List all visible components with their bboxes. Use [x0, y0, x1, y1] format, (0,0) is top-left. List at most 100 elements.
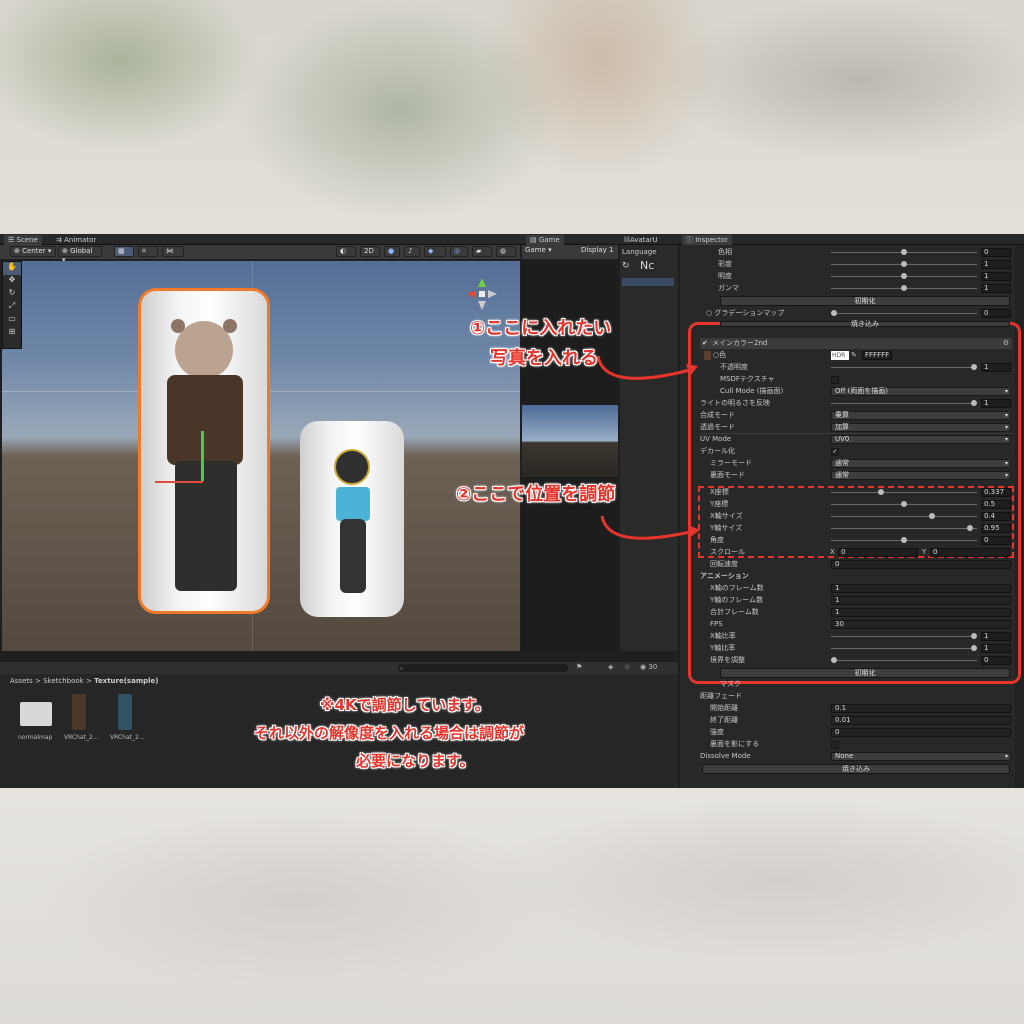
snap-increment-button[interactable]: ⌗: [138, 246, 158, 257]
selected-pillow-model[interactable]: [138, 288, 270, 614]
slider-track[interactable]: [831, 261, 977, 267]
slider-track[interactable]: [831, 489, 977, 495]
transform-tool-icon[interactable]: ⊞: [3, 327, 21, 340]
lighting-icon[interactable]: ●: [384, 246, 400, 257]
bake-button[interactable]: 焼き込み: [720, 321, 1010, 328]
dissolve-dropdown[interactable]: None: [831, 752, 1011, 761]
number-field[interactable]: 0: [981, 656, 1011, 665]
audio-icon[interactable]: ♪: [404, 246, 420, 257]
tab-avatar-utils[interactable]: lilAvatarU: [620, 235, 662, 245]
move-handle-x[interactable]: [155, 481, 203, 483]
slider-knob[interactable]: [878, 489, 885, 495]
text-field[interactable]: 0: [831, 728, 1011, 737]
dropdown-field[interactable]: 通常: [831, 471, 1011, 480]
slider-track[interactable]: [831, 645, 977, 651]
reset-button[interactable]: 初期化: [720, 668, 1010, 678]
tab-animator[interactable]: ⇉ Animator: [52, 235, 100, 245]
number-field[interactable]: 1: [981, 644, 1011, 653]
slider-knob[interactable]: [831, 657, 837, 663]
camera-icon[interactable]: ▰: [472, 246, 492, 257]
number-field[interactable]: 1: [981, 632, 1011, 641]
dropdown-field[interactable]: 乗算: [831, 411, 1011, 420]
dropdown-field[interactable]: Off (両面を描画): [831, 387, 1011, 396]
star-icon[interactable]: ☆: [624, 663, 630, 671]
slider-track[interactable]: [831, 273, 977, 279]
text-field[interactable]: 0.1: [831, 704, 1011, 713]
slider-knob[interactable]: [901, 273, 907, 279]
text-field[interactable]: 1: [831, 596, 1011, 605]
bake-button[interactable]: 焼き込み: [702, 764, 1010, 774]
number-field[interactable]: 0: [981, 309, 1011, 318]
number-field[interactable]: 0: [981, 536, 1011, 545]
rotate-tool-icon[interactable]: ↻: [3, 288, 21, 301]
texture-swatch[interactable]: [704, 351, 711, 360]
scroll-x-field[interactable]: 0: [838, 548, 918, 557]
hdr-color-swatch[interactable]: HDR: [831, 351, 849, 360]
slider-track[interactable]: [831, 633, 977, 639]
texture-thumbnail[interactable]: [118, 694, 132, 730]
section-checkbox[interactable]: ✔: [702, 338, 708, 349]
slider-track[interactable]: [831, 537, 977, 543]
visibility-icon[interactable]: ◎: [450, 246, 468, 257]
dropdown-field[interactable]: 通常: [831, 459, 1011, 468]
scene-orientation-gizmo[interactable]: [464, 276, 500, 312]
slider-knob[interactable]: [971, 645, 977, 651]
number-field[interactable]: 0: [981, 248, 1011, 257]
scroll-y-field[interactable]: 0: [930, 548, 1010, 557]
checkbox[interactable]: ✓: [831, 448, 839, 456]
texture-thumbnail[interactable]: [72, 694, 86, 730]
slider-track[interactable]: [831, 364, 977, 370]
hand-tool-icon[interactable]: ✋: [3, 262, 21, 275]
tab-game[interactable]: ▤ Game: [526, 235, 564, 245]
tab-scene[interactable]: ☰ Scene: [4, 235, 42, 245]
slider-track[interactable]: [831, 501, 977, 507]
effects-icon[interactable]: ◆: [424, 246, 446, 257]
avatar-toolbar-strip[interactable]: [622, 278, 674, 286]
text-field[interactable]: 0.01: [831, 716, 1011, 725]
checkbox[interactable]: [831, 376, 839, 384]
slider-track[interactable]: [831, 525, 977, 531]
slider-track[interactable]: [831, 657, 977, 663]
rect-tool-icon[interactable]: ▭: [3, 314, 21, 327]
move-handle-y[interactable]: [201, 431, 204, 481]
label-icon[interactable]: ◈: [608, 663, 613, 671]
slider-track[interactable]: [831, 310, 977, 316]
eyedropper-icon[interactable]: ✎: [851, 350, 857, 361]
slider-track[interactable]: [831, 400, 977, 406]
slider-knob[interactable]: [971, 364, 977, 370]
hex-field[interactable]: FFFFFF: [862, 351, 892, 360]
slider-track[interactable]: [831, 513, 977, 519]
slider-knob[interactable]: [901, 501, 907, 507]
project-search-input[interactable]: ⌕: [398, 664, 568, 672]
tab-inspector[interactable]: ⓘ Inspector: [682, 235, 732, 245]
text-field[interactable]: 1: [831, 608, 1011, 617]
draw-mode-button[interactable]: ◐: [336, 246, 356, 257]
breadcrumb-texture[interactable]: Texture(sample): [94, 677, 158, 685]
filter-icon[interactable]: ⚑: [576, 663, 582, 671]
gear-icon[interactable]: ⚙: [1003, 338, 1009, 349]
mode-2d-button[interactable]: 2D: [360, 246, 380, 257]
number-field[interactable]: 1: [981, 284, 1011, 293]
slider-knob[interactable]: [971, 633, 977, 639]
scale-tool-icon[interactable]: ⤢: [3, 301, 21, 314]
number-field[interactable]: 0.95: [981, 524, 1011, 533]
scene-view[interactable]: ✋ ✥ ↻ ⤢ ▭ ⊞: [2, 261, 520, 651]
gizmos-icon[interactable]: ◍: [496, 246, 516, 257]
number-field[interactable]: 1: [981, 399, 1011, 408]
eye-count-icon[interactable]: ◉ 30: [640, 663, 657, 671]
breadcrumb-sketchbook[interactable]: Sketchbook: [43, 677, 84, 685]
number-field[interactable]: 1: [981, 272, 1011, 281]
slider-knob[interactable]: [971, 400, 977, 406]
grid-snap-button[interactable]: ▦: [114, 246, 134, 257]
number-field[interactable]: 0.4: [981, 512, 1011, 521]
reset-button[interactable]: 初期化: [720, 296, 1010, 306]
slider-knob[interactable]: [901, 249, 907, 255]
dropdown-field[interactable]: UV0: [831, 435, 1011, 444]
slider-track[interactable]: [831, 285, 977, 291]
game-mode-dropdown[interactable]: Game ▾: [522, 246, 576, 257]
slider-knob[interactable]: [901, 285, 907, 291]
text-field[interactable]: 1: [831, 584, 1011, 593]
slider-knob[interactable]: [831, 310, 837, 316]
number-field[interactable]: 0.337: [981, 488, 1011, 497]
rotation-field[interactable]: 0: [831, 560, 1011, 569]
